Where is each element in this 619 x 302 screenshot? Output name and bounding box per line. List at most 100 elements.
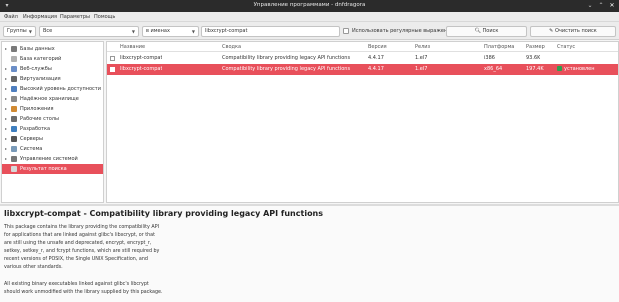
view-select[interactable]: Группы ▼ (3, 26, 36, 37)
col-status[interactable]: Статус (557, 44, 575, 50)
group-icon (11, 86, 17, 92)
search-button[interactable]: 🔍︎ Поиск (446, 26, 527, 37)
sidebar-item-label: Высокий уровень доступности (20, 86, 101, 92)
clear-icon: ✎ (549, 28, 554, 34)
package-info-title: libxcrypt-compat - Compatibility library… (4, 209, 324, 218)
clear-search-button-label: Очистить поиск (554, 28, 597, 34)
col-summary[interactable]: Сводка (222, 44, 241, 50)
sidebar-item[interactable]: ▸ Базы данных (2, 44, 103, 54)
col-release[interactable]: Релиз (415, 44, 430, 50)
sidebar-item[interactable]: ▸ Приложения (2, 104, 103, 114)
sidebar-item-label: Серверы (20, 136, 43, 142)
sidebar-item[interactable]: ▸ Управление системой (2, 154, 103, 164)
cell-release: 1.el7 (415, 66, 428, 72)
expand-arrow-icon[interactable]: ▸ (5, 94, 7, 104)
col-platform[interactable]: Платформа (484, 44, 514, 50)
expand-arrow-icon[interactable]: ▸ (5, 114, 7, 124)
sidebar-item[interactable]: ▸ Разработка (2, 124, 103, 134)
close-icon[interactable]: ✕ (608, 2, 616, 10)
search-button-label: Поиск (482, 28, 499, 34)
expand-arrow-icon[interactable]: ▸ (5, 154, 7, 164)
maximize-icon[interactable]: ⌃ (597, 2, 605, 10)
sidebar-item-label: Система (20, 146, 43, 152)
regex-label: Использовать регулярные выражения (352, 28, 454, 34)
clear-search-button[interactable]: ✎ Очистить поиск (530, 26, 616, 37)
cell-platform: i386 (484, 55, 495, 61)
filter-select-value: Все (43, 28, 53, 34)
group-icon (11, 56, 17, 62)
package-info-panel: libxcrypt-compat - Compatibility library… (0, 206, 619, 302)
package-description: This package contains the library provid… (4, 225, 160, 270)
search-input[interactable]: libxcrypt-compat (201, 26, 340, 37)
menu-info[interactable]: Информация (23, 14, 57, 20)
sidebar-item[interactable]: ▸ Виртуализация (2, 74, 103, 84)
view-select-value: Группы (7, 28, 27, 34)
sidebar-item-label: Рабочие столы (20, 116, 59, 122)
regex-checkbox[interactable] (343, 28, 349, 34)
chevron-down-icon: ▼ (28, 29, 32, 34)
cell-name: libxcrypt-compat (120, 55, 163, 61)
expand-arrow-icon[interactable]: ▸ (5, 64, 7, 74)
sidebar-item[interactable]: ▸ Веб-службы (2, 64, 103, 74)
cell-name: libxcrypt-compat (120, 66, 163, 72)
chevron-down-icon: ▼ (131, 29, 135, 34)
toolbar: Группы ▼ Все ▼ в именах ▼ libxcrypt-comp… (0, 22, 619, 40)
menu-settings[interactable]: Параметры (60, 14, 90, 20)
group-icon (11, 66, 17, 72)
title-bar: ▾ Управление программами - dnfdragora ⌄ … (0, 0, 619, 12)
group-icon (11, 106, 17, 112)
status-text: установлен (564, 66, 595, 72)
expand-arrow-icon[interactable]: ▸ (5, 74, 7, 84)
sidebar-item[interactable]: ▸ Надёжное хранилище (2, 94, 103, 104)
col-version[interactable]: Версия (368, 44, 387, 50)
group-icon (11, 156, 17, 162)
sidebar-item-label: Управление системой (20, 156, 78, 162)
expand-arrow-icon[interactable]: ▸ (5, 104, 7, 114)
expand-arrow-icon[interactable]: ▸ (5, 134, 7, 144)
cell-release: 1.el7 (415, 55, 428, 61)
menu-help[interactable]: Помощь (94, 14, 115, 20)
group-icon (11, 46, 17, 52)
menu-bar: Файл Информация Параметры Помощь (0, 12, 619, 22)
expand-arrow-icon[interactable]: ▸ (5, 84, 7, 94)
window-title: Управление программами - dnfdragora (253, 2, 366, 8)
groups-sidebar: ▸ Базы данных База категорий ▸ Веб-службы ▸ Ви… (1, 41, 104, 203)
minimize-icon[interactable]: ⌄ (586, 2, 594, 10)
sidebar-item[interactable]: Результат поиска (2, 164, 103, 174)
group-icon (11, 116, 17, 122)
sidebar-item[interactable]: ▸ Высокий уровень доступности (2, 84, 103, 94)
cell-version: 4.4.17 (368, 66, 384, 72)
field-select[interactable]: в именах ▼ (142, 26, 199, 37)
group-icon (11, 136, 17, 142)
expand-arrow-icon[interactable]: ▸ (5, 144, 7, 154)
search-icon: 🔍︎ (474, 28, 481, 34)
cell-summary: Compatibility library providing legacy A… (222, 55, 351, 61)
sidebar-item-label: Результат поиска (20, 166, 67, 172)
filter-select[interactable]: Все ▼ (39, 26, 139, 37)
group-icon (11, 96, 17, 102)
group-icon (11, 126, 17, 132)
field-select-value: в именах (146, 28, 170, 34)
expand-arrow-icon[interactable]: ▸ (5, 124, 7, 134)
cell-status: установлен (557, 64, 595, 75)
sidebar-item[interactable]: ▸ Система (2, 144, 103, 154)
app-window: ▾ Управление программами - dnfdragora ⌄ … (0, 0, 619, 302)
menu-file[interactable]: Файл (4, 14, 18, 20)
table-row[interactable]: libxcrypt-compat Compatibility library pr… (107, 53, 618, 64)
table-row[interactable]: libxcrypt-compat Compatibility library pr… (107, 64, 618, 75)
row-checkbox[interactable] (110, 67, 115, 72)
cell-size: 93.6K (526, 55, 541, 61)
sidebar-item-label: Веб-службы (20, 66, 52, 72)
row-checkbox[interactable] (110, 56, 115, 61)
col-size[interactable]: Размер (526, 44, 545, 50)
sidebar-item-label: Разработка (20, 126, 51, 132)
sidebar-item[interactable]: ▸ Рабочие столы (2, 114, 103, 124)
col-name[interactable]: Название (120, 44, 145, 50)
installed-icon (557, 66, 562, 71)
sidebar-item[interactable]: База категорий (2, 54, 103, 64)
chevron-down-icon: ▼ (191, 29, 195, 34)
sidebar-item[interactable]: ▸ Серверы (2, 134, 103, 144)
cell-version: 4.4.17 (368, 55, 384, 61)
expand-arrow-icon[interactable]: ▸ (5, 44, 7, 54)
cell-platform: x86_64 (484, 66, 503, 72)
